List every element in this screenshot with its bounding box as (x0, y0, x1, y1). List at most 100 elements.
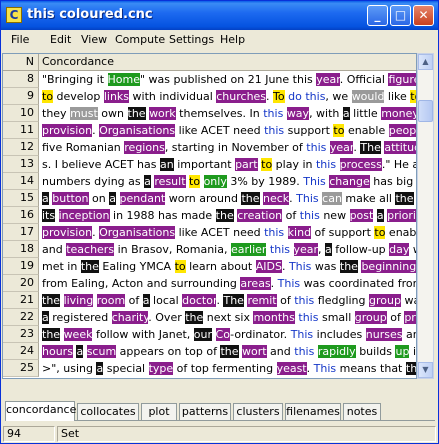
menu-edit[interactable]: Edit (50, 33, 71, 46)
scroll-down-arrow-icon[interactable]: ▼ (418, 362, 433, 378)
concordance-line[interactable]: they must own the work themselves. In th… (40, 105, 416, 122)
tagged-word: a (109, 192, 116, 205)
title-bar[interactable]: C this coloured.cnc _ □ ✕ (1, 1, 438, 30)
concordance-line[interactable]: its inception in 1988 has made the creat… (40, 207, 416, 224)
column-header-n[interactable]: N (3, 54, 39, 71)
scroll-thumb[interactable] (418, 100, 433, 122)
status-count: 94 (3, 426, 55, 442)
tagged-word: post (349, 209, 374, 222)
tagged-word: the (339, 260, 358, 273)
search-node: this (294, 294, 315, 307)
tagged-word: group (369, 294, 401, 307)
context-text: small (318, 311, 355, 324)
concordance-line[interactable]: numbers dying as a result to only 3% by … (40, 173, 416, 190)
table-row[interactable]: 20 from Ealing, Acton and surrounding are… (3, 275, 416, 292)
context-text: they (42, 107, 71, 120)
search-node: do this (288, 90, 326, 103)
minimize-button[interactable]: _ (367, 5, 388, 26)
concordance-grid[interactable]: N Concordance 8 "Bringing it Home" was pu… (2, 53, 417, 379)
menu-settings[interactable]: Settings (169, 33, 214, 46)
concordance-line[interactable]: hours a scum appears on top of the wort … (40, 343, 416, 360)
table-row[interactable]: 19 met in the Ealing YMCA to learn about … (3, 258, 416, 275)
table-row[interactable]: 10 they must own the work themselves. In … (3, 105, 416, 122)
concordance-line[interactable]: provision. Organisations like ACET need … (40, 224, 417, 241)
table-row[interactable]: 25 >", using a special type of top fermen… (3, 360, 416, 377)
table-row[interactable]: 8 "Bringing it Home" was published on 21 … (3, 71, 416, 88)
vertical-scrollbar[interactable]: ▲ ▼ (417, 53, 434, 379)
tagged-word: a (42, 192, 49, 205)
context-text: follow-up (331, 243, 390, 256)
tagged-word: living (63, 294, 94, 307)
concordance-line[interactable]: a button on a pendant worn around the ne… (40, 190, 416, 207)
tab-plot[interactable]: plot (141, 403, 177, 420)
table-row[interactable]: 22 a registered charity. Over the next si… (3, 309, 416, 326)
concordance-line[interactable]: and teachers in Brasov, Romania, earlier… (40, 241, 416, 258)
tagged-word: work (149, 107, 176, 120)
concordance-line[interactable]: five Romanian regions, starting in Novem… (40, 139, 416, 156)
table-row[interactable]: 21 the living room of a local doctor. The… (3, 292, 416, 309)
column-header-concordance[interactable]: Concordance (39, 54, 416, 71)
context-text: enable (388, 226, 417, 239)
concordance-line[interactable]: the living room of a local doctor. The r… (40, 292, 416, 309)
tagged-word: would (351, 90, 385, 103)
tagged-word: a (325, 243, 332, 256)
tagged-word: a (342, 107, 350, 120)
tab-notes[interactable]: notes (343, 403, 381, 420)
concordance-line[interactable]: >", using a special type of top fermenti… (40, 360, 416, 377)
tab-clusters[interactable]: clusters (233, 403, 283, 420)
table-row[interactable]: 12 five Romanian regions, starting in Nov… (3, 139, 416, 156)
tagged-word: process (339, 158, 382, 171)
table-row[interactable]: 18 and teachers in Brasov, Romania, earli… (3, 241, 416, 258)
tagged-word: an (160, 158, 174, 171)
context-text: of support (311, 226, 375, 239)
concordance-line[interactable]: "Bringing it Home" was published on 21 J… (40, 71, 416, 88)
table-row[interactable]: 17 provision. Organisations like ACET nee… (3, 224, 417, 241)
tagged-word: week (63, 328, 93, 341)
search-node: this (306, 141, 327, 154)
tab-filenames[interactable]: filenames (285, 403, 341, 420)
context-text: of top fermenting (173, 362, 277, 375)
close-button[interactable]: ✕ (413, 5, 434, 26)
table-row[interactable]: 24 hours a scum appears on top of the wor… (3, 343, 416, 360)
tagged-word: AIDS (255, 260, 282, 273)
context-text: with individual (129, 90, 217, 103)
context-text: like (384, 90, 411, 103)
row-number: 17 (3, 224, 39, 241)
tab-collocates[interactable]: collocates (77, 403, 139, 420)
menu-help[interactable]: Help (220, 33, 245, 46)
table-row[interactable]: 14 numbers dying as a result to only 3% b… (3, 173, 416, 190)
concordance-line[interactable]: the week follow with Janet, our Co-ordin… (40, 326, 416, 343)
search-node: this (264, 124, 285, 137)
tagged-word: only (203, 175, 227, 188)
table-row[interactable]: 23 the week follow with Janet, our Co-ord… (3, 326, 416, 343)
table-row[interactable]: 15 a button on a pendant worn around the … (3, 190, 416, 207)
tab-concordance[interactable]: concordance (5, 401, 76, 421)
tagged-word: group (354, 311, 387, 324)
menu-compute[interactable]: Compute (115, 33, 165, 46)
context-text: . (266, 90, 274, 103)
tagged-word: The (223, 294, 244, 307)
search-node: this (298, 311, 319, 324)
context-text: next six (203, 311, 254, 324)
concordance-line[interactable]: from Ealing, Acton and surrounding areas… (40, 275, 416, 292)
context-text (212, 328, 216, 341)
search-node: this (315, 158, 337, 171)
table-row[interactable]: 16 its inception in 1988 has made the cre… (3, 207, 416, 224)
row-number: 12 (3, 139, 39, 156)
context-text: "Bringing it (42, 73, 108, 86)
menu-view[interactable]: View (81, 33, 107, 46)
context-text: . Over (148, 311, 186, 324)
concordance-line[interactable]: s. I believe ACET has an important part … (40, 156, 416, 173)
app-icon[interactable]: C (6, 7, 22, 23)
concordance-line[interactable]: provision. Organisations like ACET need … (40, 122, 416, 139)
tab-patterns[interactable]: patterns (179, 403, 231, 420)
table-row[interactable]: 11 provision. Organisations like ACET nee… (3, 122, 416, 139)
maximize-button[interactable]: □ (390, 5, 411, 26)
concordance-line[interactable]: met in the Ealing YMCA to learn about AI… (40, 258, 416, 275)
table-row[interactable]: 9 to develop links with individual church… (3, 88, 416, 105)
table-row[interactable]: 13 s. I believe ACET has an important par… (3, 156, 416, 173)
scroll-up-arrow-icon[interactable]: ▲ (418, 54, 433, 70)
concordance-line[interactable]: to develop links with individual churche… (40, 88, 416, 105)
menu-file[interactable]: File (11, 33, 29, 46)
concordance-line[interactable]: a registered charity. Over the next six … (40, 309, 416, 326)
